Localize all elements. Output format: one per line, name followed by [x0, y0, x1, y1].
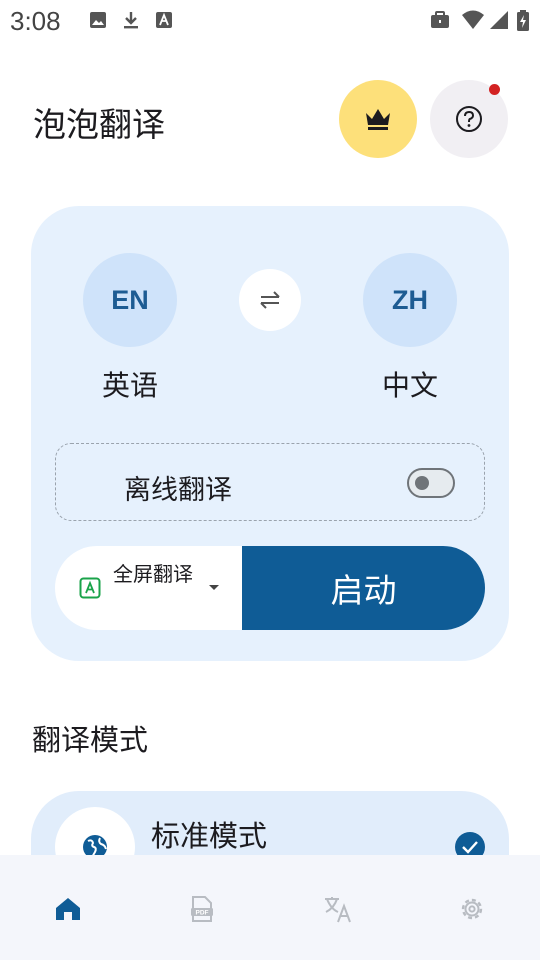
home-icon: [56, 898, 80, 920]
target-language-button[interactable]: ZH: [363, 253, 457, 347]
briefcase-icon: [431, 11, 449, 28]
settings-icon: [461, 898, 483, 920]
wifi-icon: [462, 10, 484, 29]
chevron-down-icon: [209, 585, 219, 590]
bottom-navigation: PDF: [0, 855, 540, 960]
translate-a-icon: [79, 577, 101, 599]
swap-languages-button[interactable]: [239, 269, 301, 331]
translation-type-label: 全屏翻译: [113, 562, 193, 586]
notification-dot: [489, 84, 500, 95]
help-icon: [456, 106, 482, 132]
status-time: 3:08: [10, 6, 61, 36]
crown-icon: [366, 109, 390, 130]
svg-text:PDF: PDF: [196, 910, 209, 917]
standard-mode-name: 标准模式: [151, 819, 268, 853]
target-language-name: 中文: [381, 369, 438, 402]
nav-home[interactable]: [50, 891, 86, 927]
app-title: 泡泡翻译: [33, 105, 165, 144]
nav-settings[interactable]: [454, 891, 490, 927]
source-language-button[interactable]: EN: [83, 253, 177, 347]
nav-translate[interactable]: [320, 891, 356, 927]
status-bar: 3:08: [0, 0, 540, 44]
source-language-code: EN: [111, 284, 149, 315]
target-language-code: ZH: [392, 284, 428, 315]
premium-button[interactable]: [339, 80, 417, 158]
source-language-name: 英语: [101, 369, 158, 402]
battery-charging-icon: [517, 10, 529, 31]
app-a-icon: [156, 12, 172, 28]
offline-translation-label: 离线翻译: [124, 475, 232, 506]
airplane-icon: [76, 468, 106, 498]
swap-icon: [260, 291, 280, 309]
translate-icon: [325, 897, 351, 923]
offline-translation-row[interactable]: 离线翻译: [55, 443, 485, 521]
signal-icon: [490, 11, 508, 29]
translation-modes-title: 翻译模式: [32, 723, 149, 757]
offline-toggle[interactable]: [407, 468, 455, 498]
download-icon: [124, 12, 138, 29]
image-icon: [90, 12, 106, 28]
translation-type-dropdown[interactable]: 全屏翻译: [55, 546, 255, 630]
pdf-icon: PDF: [191, 896, 213, 922]
start-button[interactable]: 启动: [242, 546, 485, 630]
toggle-knob: [415, 476, 429, 490]
nav-pdf[interactable]: PDF: [184, 891, 220, 927]
